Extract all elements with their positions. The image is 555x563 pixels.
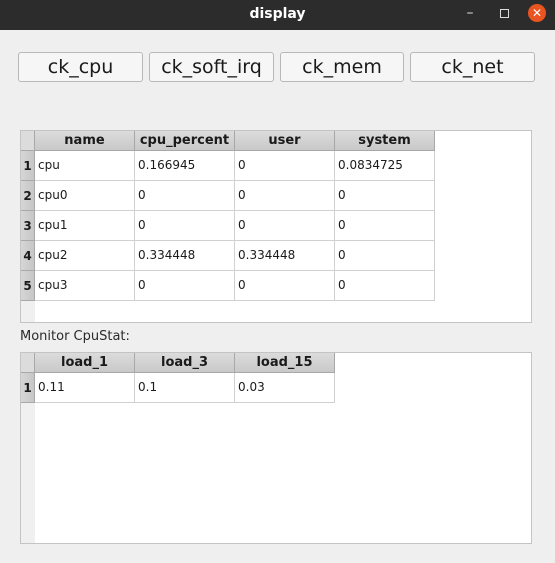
table-cell[interactable]: 0.334448	[235, 241, 335, 271]
table-cell[interactable]: 0	[235, 271, 335, 301]
column-header-system[interactable]: system	[335, 131, 435, 151]
table-cell[interactable]: cpu	[35, 151, 135, 181]
table-cell[interactable]: cpu2	[35, 241, 135, 271]
table-cell[interactable]: cpu1	[35, 211, 135, 241]
row-header[interactable]: 3	[21, 211, 35, 241]
table-corner	[21, 131, 35, 151]
table-cell[interactable]: 0	[335, 181, 435, 211]
ck-soft-irq-button[interactable]: ck_soft_irq	[149, 52, 274, 82]
column-header-name[interactable]: name	[35, 131, 135, 151]
table-cell[interactable]: 0	[135, 271, 235, 301]
minimize-icon[interactable]: –	[460, 0, 480, 28]
table-cell[interactable]: 0.334448	[135, 241, 235, 271]
cpu-stat-table[interactable]: name cpu_percent user system 1 cpu 0.166…	[20, 130, 532, 323]
table-cell[interactable]: 0	[135, 181, 235, 211]
column-header-load-15[interactable]: load_15	[235, 353, 335, 373]
table-cell[interactable]: 0.166945	[135, 151, 235, 181]
table-cell[interactable]: 0.0834725	[335, 151, 435, 181]
table-cell[interactable]: 0	[135, 211, 235, 241]
ck-cpu-button[interactable]: ck_cpu	[18, 52, 143, 82]
table-corner	[21, 353, 35, 373]
row-header[interactable]: 1	[21, 151, 35, 181]
load-stat-table[interactable]: load_1 load_3 load_15 1 0.11 0.1 0.03	[20, 352, 532, 544]
ck-net-button[interactable]: ck_net	[410, 52, 535, 82]
table-cell[interactable]: 0	[335, 241, 435, 271]
row-header[interactable]: 5	[21, 271, 35, 301]
close-icon[interactable]: ✕	[528, 4, 546, 22]
table-cell[interactable]: 0	[235, 151, 335, 181]
title-bar: display – ✕	[0, 0, 555, 30]
column-header-cpu-percent[interactable]: cpu_percent	[135, 131, 235, 151]
table-cell[interactable]: 0.11	[35, 373, 135, 403]
table-cell[interactable]: 0.03	[235, 373, 335, 403]
column-header-user[interactable]: user	[235, 131, 335, 151]
table-cell[interactable]: 0.1	[135, 373, 235, 403]
table-cell[interactable]: cpu3	[35, 271, 135, 301]
ck-mem-button[interactable]: ck_mem	[280, 52, 404, 82]
row-header[interactable]: 4	[21, 241, 35, 271]
table-cell[interactable]: 0	[335, 271, 435, 301]
maximize-icon[interactable]	[494, 0, 514, 28]
table-cell[interactable]: cpu0	[35, 181, 135, 211]
table-cell[interactable]: 0	[235, 211, 335, 241]
row-header[interactable]: 2	[21, 181, 35, 211]
row-header[interactable]: 1	[21, 373, 35, 403]
table-cell[interactable]: 0	[235, 181, 335, 211]
column-header-load-1[interactable]: load_1	[35, 353, 135, 373]
table-cell[interactable]: 0	[335, 211, 435, 241]
monitor-cpustat-label: Monitor CpuStat:	[20, 329, 130, 344]
column-header-load-3[interactable]: load_3	[135, 353, 235, 373]
